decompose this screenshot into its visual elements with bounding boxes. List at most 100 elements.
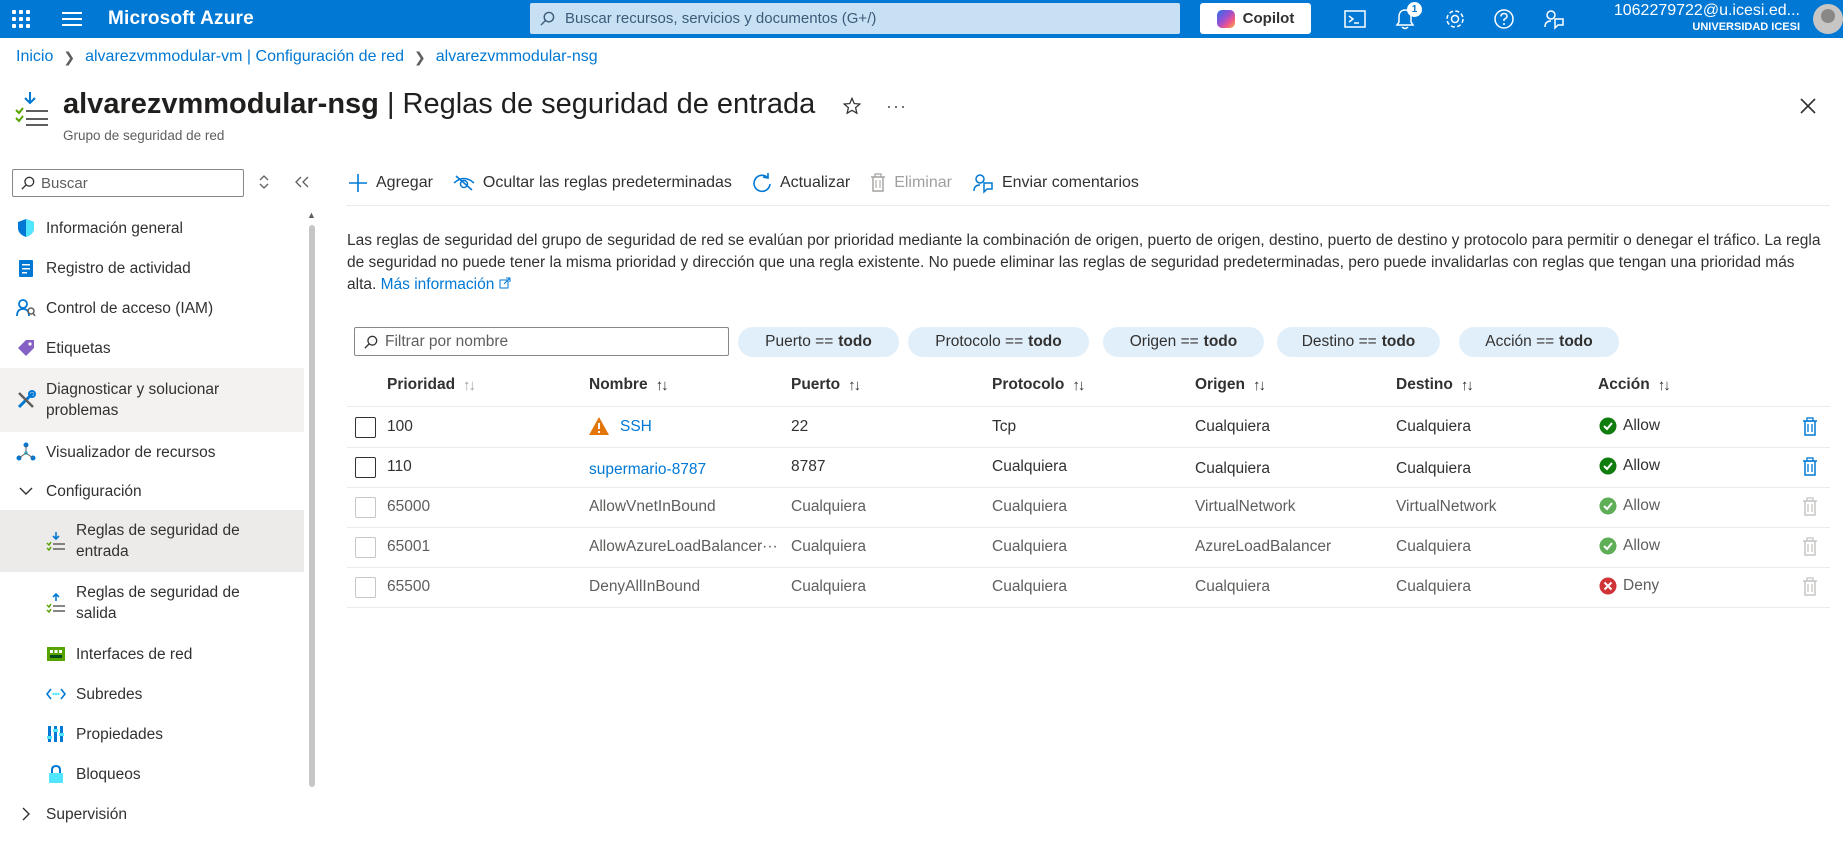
table-row[interactable]: 65001 AllowAzureLoadBalancer··· Cualquie…	[347, 528, 1830, 568]
sidebar-group-configuration[interactable]: Configuración	[0, 472, 304, 510]
table-row[interactable]: 65000 AllowVnetInBound Cualquiera Cualqu…	[347, 488, 1830, 528]
sidebar-scrollbar[interactable]	[309, 225, 315, 787]
add-button[interactable]: Agregar	[348, 173, 433, 193]
sidebar-item-iam[interactable]: Control de acceso (IAM)	[0, 288, 304, 328]
cell-name: DenyAllInBound	[589, 578, 701, 595]
filter-pill-port[interactable]: Puerto == todo	[738, 327, 899, 357]
refresh-label: Actualizar	[779, 174, 851, 191]
brand-name[interactable]: Microsoft Azure	[108, 8, 254, 30]
favorite-star-icon[interactable]	[842, 96, 862, 118]
column-header-label: Protocolo	[992, 376, 1065, 393]
sidebar-item-diagnose[interactable]: Diagnosticar y solucionar problemas	[0, 368, 304, 432]
column-header-label: Nombre	[589, 376, 648, 393]
table-row[interactable]: 100 SSH 22 Tcp Cualquiera Cualquiera All…	[347, 408, 1830, 448]
copilot-button[interactable]: Copilot	[1200, 3, 1311, 34]
filter-pill-key: Protocolo ==	[935, 333, 1024, 350]
resource-visualizer-icon	[16, 442, 36, 462]
command-bar: Agregar Ocultar las reglas predeterminad…	[348, 166, 1159, 200]
sidebar-item-label: Interfaces de red	[76, 645, 193, 663]
filter-pill-source[interactable]: Origen == todo	[1103, 327, 1264, 357]
sidebar-item-resource-visualizer[interactable]: Visualizador de recursos	[0, 432, 304, 472]
sidebar-item-inbound-rules[interactable]: Reglas de seguridad de entrada	[0, 510, 304, 572]
portal-menu-icon[interactable]	[62, 8, 82, 30]
sort-icon: ↑↓	[848, 376, 861, 394]
action-label: Allow	[1623, 537, 1661, 554]
filter-pill-protocol[interactable]: Protocolo == todo	[908, 327, 1089, 357]
sidebar-nav: Información general Registro de activida…	[0, 208, 304, 834]
cell-action: Deny	[1599, 577, 1659, 595]
column-header-action[interactable]: Acción ↑↓	[1598, 376, 1671, 394]
sidebar-item-locks[interactable]: Bloqueos	[0, 754, 304, 794]
row-checkbox-disabled	[355, 577, 376, 598]
sidebar-item-label: Control de acceso (IAM)	[46, 299, 214, 317]
collapse-sidebar-icon[interactable]	[295, 175, 309, 191]
cloud-shell-icon[interactable]	[1342, 6, 1368, 32]
column-header-priority[interactable]: Prioridad ↑↓	[387, 376, 476, 394]
feedback-icon[interactable]	[1541, 6, 1567, 32]
filter-pill-destination[interactable]: Destino == todo	[1277, 327, 1440, 357]
help-icon[interactable]	[1491, 6, 1517, 32]
filter-pill-action[interactable]: Acción == todo	[1459, 327, 1619, 357]
app-launcher-icon[interactable]	[10, 8, 32, 30]
hide-default-rules-button[interactable]: Ocultar las reglas predeterminadas	[453, 174, 732, 192]
rule-name-link[interactable]: SSH	[620, 418, 652, 436]
delete-rule-icon[interactable]	[1802, 457, 1818, 480]
expand-collapse-icon[interactable]	[258, 175, 270, 192]
user-email: 1062279722@u.icesi.ed...	[1613, 2, 1800, 19]
page-title: alvarezvmmodular-nsg | Reglas de segurid…	[63, 88, 815, 121]
warning-icon	[589, 417, 609, 435]
deny-x-icon	[1599, 577, 1617, 595]
page-title-section: | Reglas de seguridad de entrada	[378, 88, 816, 120]
breadcrumb: Inicio ❯ alvarezvmmodular-vm | Configura…	[16, 48, 598, 66]
sidebar-item-tags[interactable]: Etiquetas	[0, 328, 304, 368]
cell-port: Cualquiera	[791, 578, 866, 595]
allow-check-icon	[1599, 537, 1617, 555]
notifications-icon[interactable]: 1	[1392, 2, 1422, 32]
close-icon[interactable]	[1800, 98, 1816, 117]
send-feedback-button[interactable]: Enviar comentarios	[972, 172, 1139, 194]
more-options-icon[interactable]: ···	[886, 96, 907, 117]
cell-name: AllowVnetInBound	[589, 498, 716, 515]
delete-button[interactable]: Eliminar	[870, 173, 952, 193]
sidebar-group-monitoring[interactable]: Supervisión	[0, 794, 304, 834]
sidebar-item-label: Supervisión	[46, 805, 127, 823]
chevron-right-icon: ❯	[63, 48, 76, 65]
table-row[interactable]: 65500 DenyAllInBound Cualquiera Cualquie…	[347, 568, 1830, 608]
learn-more-link[interactable]: Más información	[381, 276, 511, 293]
breadcrumb-home-link[interactable]: Inicio	[16, 48, 53, 66]
column-header-source[interactable]: Origen ↑↓	[1195, 376, 1266, 394]
global-search-input[interactable]: Buscar recursos, servicios y documentos …	[530, 3, 1180, 34]
wrench-icon	[16, 390, 36, 410]
sort-icon: ↑↓	[1460, 376, 1474, 394]
settings-gear-icon[interactable]	[1442, 6, 1468, 32]
breadcrumb-vm-network-link[interactable]: alvarezvmmodular-vm | Configuración de r…	[85, 48, 404, 66]
sidebar-search-input[interactable]: Buscar	[12, 169, 244, 197]
row-checkbox[interactable]	[355, 457, 376, 478]
column-header-name[interactable]: Nombre ↑↓	[589, 376, 669, 394]
sidebar-item-activity-log[interactable]: Registro de actividad	[0, 248, 304, 288]
column-header-port[interactable]: Puerto ↑↓	[791, 376, 861, 394]
sidebar-item-outbound-rules[interactable]: Reglas de seguridad de salida	[0, 572, 304, 634]
refresh-button[interactable]: Actualizar	[752, 173, 850, 193]
activity-log-icon	[16, 258, 36, 278]
sidebar-item-network-interfaces[interactable]: Interfaces de red	[0, 634, 304, 674]
breadcrumb-nsg-link[interactable]: alvarezvmmodular-nsg	[436, 48, 598, 66]
column-header-protocol[interactable]: Protocolo ↑↓	[992, 376, 1085, 394]
sidebar-item-overview[interactable]: Información general	[0, 208, 304, 248]
sidebar-item-subnets[interactable]: Subredes	[0, 674, 304, 714]
scroll-up-icon[interactable]: ▲	[307, 210, 316, 220]
sort-icon: ↑↓	[1072, 376, 1085, 394]
account-info[interactable]: 1062279722@u.icesi.ed... UNIVERSIDAD ICE…	[1600, 2, 1800, 34]
avatar[interactable]	[1813, 4, 1843, 34]
column-header-destination[interactable]: Destino ↑↓	[1396, 376, 1474, 394]
filter-pill-key: Puerto ==	[765, 333, 834, 350]
rule-name-link[interactable]: supermario-8787	[589, 461, 706, 479]
cell-action: Allow	[1599, 417, 1660, 435]
page-subtitle: Grupo de seguridad de red	[63, 128, 225, 143]
action-label: Deny	[1623, 577, 1660, 594]
row-checkbox[interactable]	[355, 417, 376, 438]
sidebar-item-properties[interactable]: Propiedades	[0, 714, 304, 754]
filter-by-name-input[interactable]: Filtrar por nombre	[354, 327, 729, 356]
table-row[interactable]: 110 supermario-8787 8787 Cualquiera Cual…	[347, 448, 1830, 488]
delete-rule-icon[interactable]	[1802, 417, 1818, 440]
